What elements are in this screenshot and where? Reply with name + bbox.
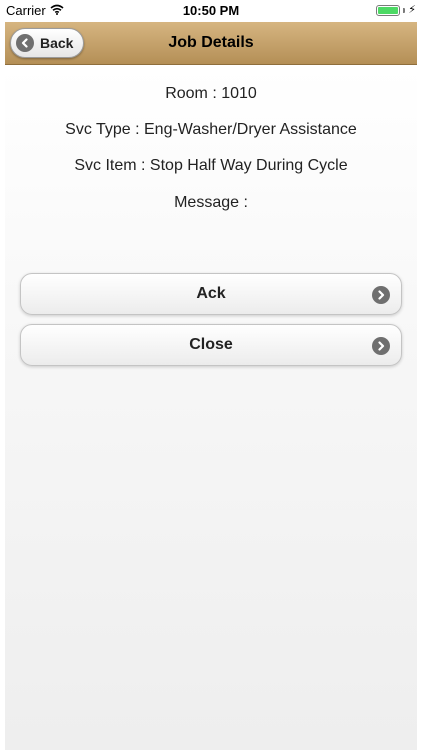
page-title: Job Details — [168, 34, 254, 51]
charging-bolt-icon: ⚡ — [408, 4, 416, 16]
screen: Carrier 10:50 PM ⚡ Back Job Details Room… — [0, 0, 422, 750]
message-text: Message : — [174, 194, 248, 211]
close-button[interactable]: Close — [20, 324, 402, 366]
room-text: Room : 1010 — [165, 85, 257, 102]
svc-item-text: Svc Item : Stop Half Way During Cycle — [74, 157, 348, 174]
chevron-right-icon — [372, 337, 390, 355]
status-time: 10:50 PM — [182, 3, 240, 18]
svc-type-text: Svc Type : Eng-Washer/Dryer Assistance — [65, 121, 357, 138]
chevron-right-icon — [372, 286, 390, 304]
navigation-bar: Back Job Details — [5, 22, 417, 65]
battery-full-icon: ⚡ — [376, 5, 416, 16]
ack-button[interactable]: Ack — [20, 273, 402, 315]
status-bar: Carrier 10:50 PM ⚡ — [0, 0, 422, 22]
job-details-content: Room : 1010 Svc Type : Eng-Washer/Dryer … — [5, 66, 417, 750]
ack-button-label: Ack — [196, 285, 226, 302]
close-button-label: Close — [189, 336, 233, 353]
